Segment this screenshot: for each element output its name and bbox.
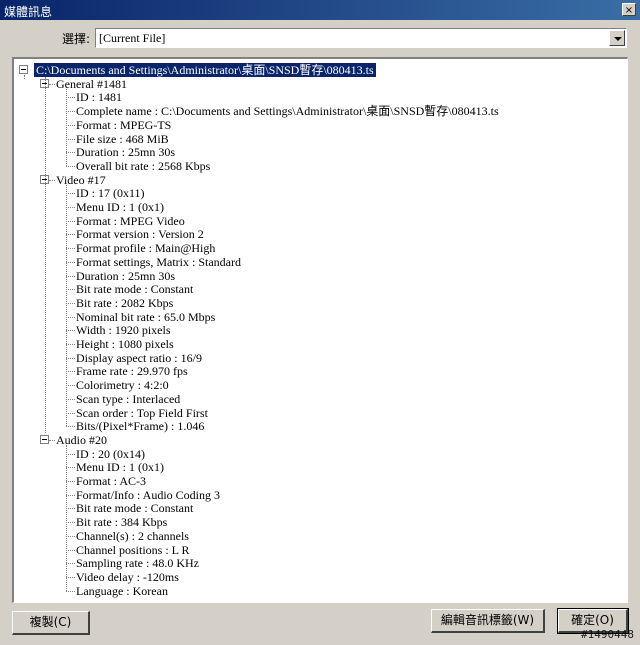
tree-item[interactable]: ID : 17 (0x11) [76,186,145,200]
tree-connector [66,165,75,167]
window-title: 媒體訊息 [4,5,53,19]
tree-connector [66,357,75,359]
chevron-down-icon[interactable] [609,30,625,46]
tree-item[interactable]: Channel(s) : 2 channels [76,529,189,543]
edit-tags-button[interactable]: 編輯音訊標籤(W) [431,609,545,633]
copy-button[interactable]: 複製(C) [12,611,90,635]
tree-item[interactable]: Video delay : -120ms [76,570,179,584]
tree-connector [66,97,75,99]
tree-item[interactable]: Scan type : Interlaced [76,392,180,406]
tree-item[interactable]: Colorimetry : 4:2:0 [76,378,169,392]
tree-connector [66,398,75,400]
tree-connector [66,508,75,510]
tree-connector [66,220,75,222]
tree-item[interactable]: Format settings, Matrix : Standard [76,255,241,269]
close-icon[interactable]: × [622,3,636,16]
tree-connector [24,75,25,79]
tree-connector [66,88,67,166]
tree-connector [66,426,75,428]
tree-connector [66,152,75,154]
tree-item[interactable]: Sampling rate : 48.0 KHz [76,556,199,570]
tree-connector [66,371,75,373]
tree-item[interactable]: Format/Info : Audio Coding 3 [76,488,220,502]
tree-connector [66,344,75,345]
tree-connector [66,576,75,578]
tree-item[interactable]: Format version : Version 2 [76,227,204,241]
tree-item[interactable]: Bit rate : 384 Kbps [76,515,167,529]
media-info-tree[interactable]: C:\Documents and Settings\Administrator\… [12,57,628,603]
tree-connector [66,248,75,250]
tree-connector [66,444,67,591]
tree-item[interactable]: ID : 1481 [76,90,122,104]
tree-connector [66,522,75,524]
tree-item[interactable]: File size : 468 MiB [76,132,169,146]
collapse-icon[interactable] [19,65,28,74]
file-selector-value: [Current File] [99,31,166,45]
tree-connector [66,481,75,482]
tree-connector [66,385,75,387]
tree-item[interactable]: Duration : 25mn 30s [76,145,175,159]
tree-item[interactable]: Duration : 25mn 30s [76,269,175,283]
tree-connector [66,316,75,318]
tree-item[interactable]: Scan order : Top Field First [76,406,208,420]
tree-connector [66,302,75,304]
tree-item[interactable]: Overall bit rate : 2568 Kbps [76,159,210,173]
tree-root-label: C:\Documents and Settings\Administrator\… [34,63,376,77]
tree-connector [66,193,75,195]
tree-connector [45,76,46,433]
tree-connector [66,412,75,414]
tree-connector [66,275,75,277]
tree-connector [66,549,75,551]
tree-item[interactable]: Bit rate : 2082 Kbps [76,296,173,310]
tree-root-item[interactable]: C:\Documents and Settings\Administrator\… [34,63,376,77]
tree-item[interactable]: Format profile : Main@High [76,241,215,255]
selector-label: 選擇: [62,32,91,46]
title-bar: 媒體訊息 × [0,0,640,20]
tree-connector [66,494,75,496]
tree-connector [66,111,75,113]
tree-item[interactable]: Complete name : C:\Documents and Setting… [76,104,499,118]
tree-item[interactable]: Display aspect ratio : 16/9 [76,351,202,365]
tree-item[interactable]: Menu ID : 1 (0x1) [76,200,164,214]
tree-section-2[interactable]: Video #17 [56,173,106,187]
tree-connector [66,289,75,291]
tree-connector [49,179,55,181]
file-selector-dropdown[interactable]: [Current File] [95,28,627,48]
tree-item[interactable]: Channel positions : L R [76,543,190,557]
tree-section-3[interactable]: Audio #20 [56,433,107,447]
tree-item[interactable]: Menu ID : 1 (0x1) [76,460,164,474]
tree-connector [66,590,75,592]
tree-connector [49,439,55,441]
tree-item[interactable]: Format : MPEG Video [76,214,185,228]
tree-item[interactable]: Bits/(Pixel*Frame) : 1.046 [76,419,204,433]
tree-item[interactable]: Bit rate mode : Constant [76,501,193,515]
tree-item[interactable]: Height : 1080 pixels [76,337,174,351]
tree-connector [66,453,75,455]
tree-connector [66,535,75,537]
tree-connector [66,138,75,140]
tree-item[interactable]: Language : Korean [76,584,168,598]
tree-connector [66,261,75,263]
tree-item[interactable]: Format : MPEG-TS [76,118,171,132]
tree-item[interactable]: Bit rate mode : Constant [76,282,193,296]
tree-connector [49,83,55,85]
tree-connector [66,467,75,469]
tree-item[interactable]: Width : 1920 pixels [76,323,171,337]
collapse-icon[interactable] [40,434,49,444]
tree-connector [66,234,75,236]
tree-item[interactable]: Format : AC-3 [76,474,146,488]
tree-connector [66,124,75,126]
tree-connector [66,330,75,332]
tree-connector [66,563,75,565]
tree-connector [66,207,75,208]
tree-connector [66,184,67,427]
tree-item[interactable]: ID : 20 (0x14) [76,447,145,461]
tree-item[interactable]: Nominal bit rate : 65.0 Mbps [76,310,215,324]
watermark: #1490448 [581,628,634,641]
tree-item[interactable]: Frame rate : 29.970 fps [76,364,188,378]
